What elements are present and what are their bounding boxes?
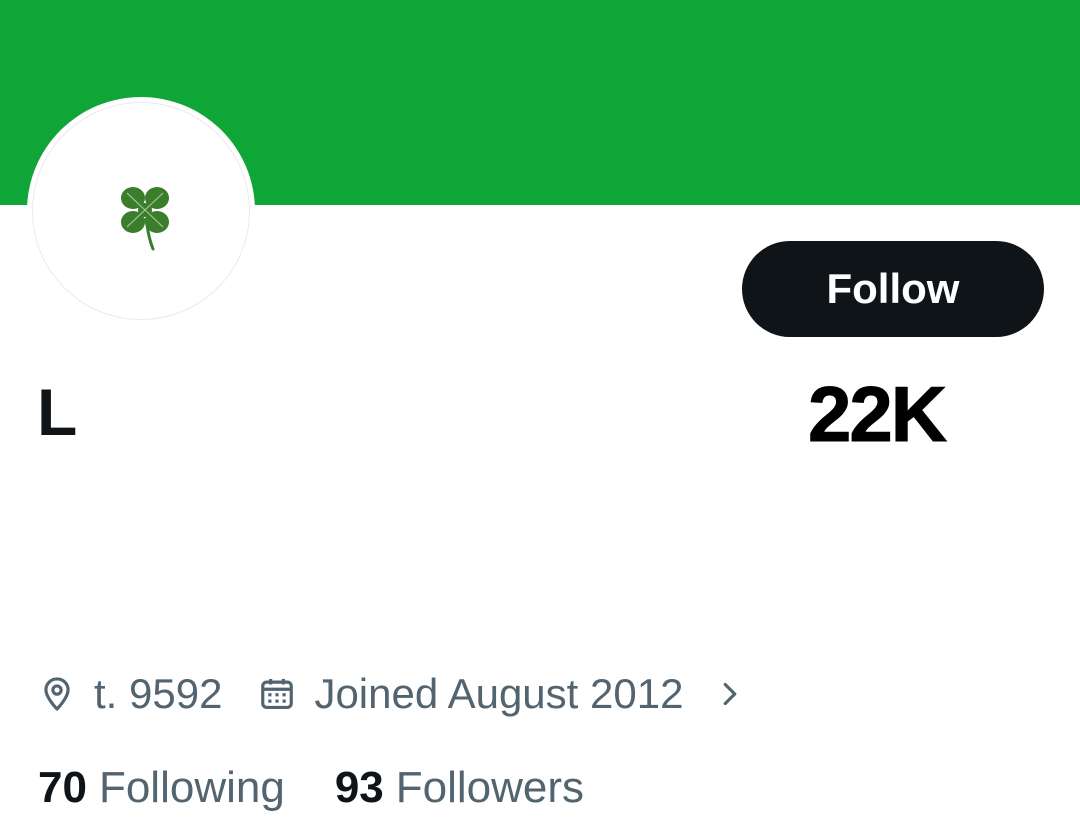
calendar-icon [261, 678, 294, 710]
join-date-text: Joined August 2012 [314, 670, 684, 717]
display-name: L [37, 375, 78, 449]
following-stat[interactable]: 70 Following [38, 763, 285, 813]
follow-button[interactable]: Follow [742, 241, 1044, 337]
followers-label: Followers [395, 763, 585, 812]
location-pin-icon [44, 677, 70, 711]
four-leaf-clover-icon [121, 187, 169, 251]
chevron-right-icon[interactable] [719, 675, 741, 713]
avatar-image [32, 102, 250, 320]
following-count: 70 [38, 763, 87, 812]
overlay-count-text: 22K [807, 370, 947, 458]
followers-stat[interactable]: 93 Followers [335, 763, 584, 813]
followers-count: 93 [334, 763, 384, 812]
join-date[interactable]: Joined August 2012 [258, 670, 741, 718]
following-label: Following [98, 763, 285, 812]
profile-avatar[interactable] [27, 97, 255, 325]
profile-stats: 70 Following 93 Followers [38, 758, 584, 818]
profile-meta: t. 9592 Joined August 2012 [38, 664, 741, 724]
location-text: t. 9592 [94, 670, 223, 717]
profile-page: Follow L 22K t. 9592 Joined August 2012 … [0, 0, 1080, 827]
location: t. 9592 [38, 670, 222, 718]
